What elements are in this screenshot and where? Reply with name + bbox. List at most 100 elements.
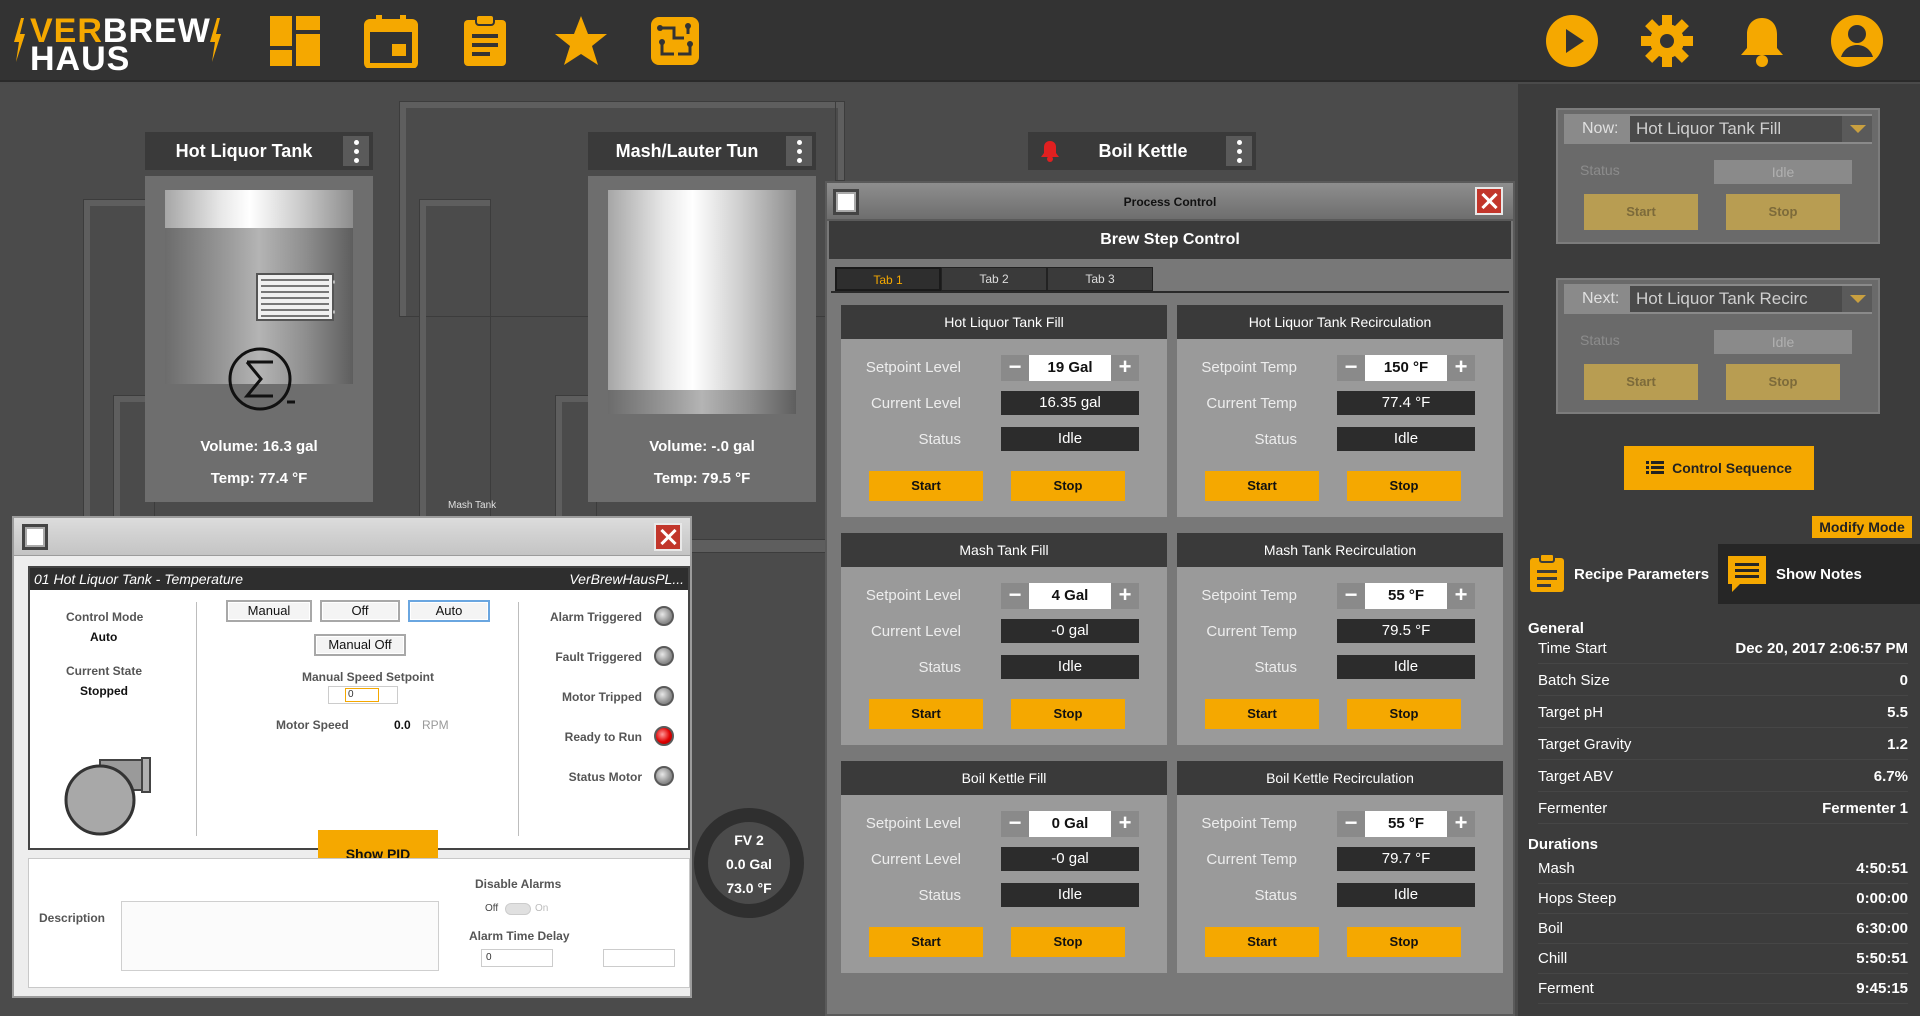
status-label: Status <box>918 431 961 448</box>
mlt-volume: Volume: -.0 gal <box>649 438 755 455</box>
circuit-icon[interactable] <box>648 14 702 68</box>
control-mode-value: Auto <box>90 630 118 644</box>
duration-row-mash: Mash 4:50:51 <box>1538 854 1908 884</box>
motor-tripped-label: Motor Tripped <box>562 690 642 704</box>
minus-icon[interactable]: − <box>1337 583 1365 609</box>
kebab-menu-icon[interactable] <box>786 136 812 166</box>
plus-icon[interactable]: + <box>1111 355 1139 381</box>
dropdown-caret-icon[interactable] <box>1842 286 1872 312</box>
dropdown-caret-icon[interactable] <box>1842 116 1872 142</box>
description-textarea[interactable] <box>121 901 439 971</box>
plus-icon[interactable]: + <box>1447 811 1475 837</box>
status-value: Idle <box>1337 427 1475 451</box>
kebab-menu-icon[interactable] <box>1226 136 1252 166</box>
hot-liquor-tank-title: Hot Liquor Tank <box>175 140 313 161</box>
mode-manual-button[interactable]: Manual <box>226 600 312 622</box>
stop-button[interactable]: Stop <box>1011 471 1125 501</box>
recipe-parameters-tab[interactable]: Recipe Parameters <box>1518 544 1718 604</box>
play-icon[interactable] <box>1545 14 1599 68</box>
faceplate-titlebar[interactable] <box>14 518 690 556</box>
stop-button[interactable]: Stop <box>1347 699 1461 729</box>
manual-off-button[interactable]: Manual Off <box>314 634 406 656</box>
setpoint-value[interactable]: 55 °F <box>1365 811 1447 837</box>
minus-icon[interactable]: − <box>1001 583 1029 609</box>
boil-kettle-title: Boil Kettle <box>1098 140 1188 161</box>
process-control-titlebar[interactable]: Process Control <box>827 183 1513 221</box>
setpoint-stepper[interactable]: −0 Gal + <box>1001 811 1139 837</box>
status-value: Idle <box>1714 330 1852 354</box>
duration-row-boil: Boil 6:30:00 <box>1538 914 1908 944</box>
setpoint-value[interactable]: 0 Gal <box>1029 811 1111 837</box>
window-restore-icon[interactable] <box>22 524 48 550</box>
setpoint-stepper[interactable]: −55 °F + <box>1337 583 1475 609</box>
logo: VERBREW HAUS <box>12 10 222 78</box>
setpoint-stepper[interactable]: −55 °F + <box>1337 811 1475 837</box>
start-button[interactable]: Start <box>869 471 983 501</box>
now-step-select[interactable]: Hot Liquor Tank Fill <box>1630 116 1872 142</box>
tab-1[interactable]: Tab 1 <box>835 267 941 291</box>
close-icon[interactable] <box>654 523 682 551</box>
fermenter-fv2-gauge[interactable]: FV 2 0.0 Gal 73.0 °F <box>694 808 804 918</box>
tab-2[interactable]: Tab 2 <box>941 267 1047 291</box>
alarm-time-delay-unit-field[interactable] <box>603 949 675 967</box>
fv2-name: FV 2 <box>734 832 764 848</box>
stop-button[interactable]: Stop <box>1347 471 1461 501</box>
chat-icon <box>1728 556 1766 592</box>
minus-icon[interactable]: − <box>1337 811 1365 837</box>
disable-alarms-toggle[interactable] <box>505 903 531 915</box>
plus-icon[interactable]: + <box>1447 583 1475 609</box>
ready-to-run-label: Ready to Run <box>564 730 642 744</box>
plus-icon[interactable]: + <box>1111 583 1139 609</box>
setpoint-stepper[interactable]: −4 Gal + <box>1001 583 1139 609</box>
star-icon[interactable] <box>554 14 608 68</box>
show-notes-tab[interactable]: Show Notes <box>1718 544 1920 604</box>
tab-3[interactable]: Tab 3 <box>1047 267 1153 291</box>
start-button[interactable]: Start <box>1205 699 1319 729</box>
start-button[interactable]: Start <box>869 699 983 729</box>
close-icon[interactable] <box>1475 187 1503 215</box>
minus-icon[interactable]: − <box>1337 355 1365 381</box>
bell-icon[interactable] <box>1735 14 1789 68</box>
next-start-button[interactable]: Start <box>1584 364 1698 400</box>
next-stop-button[interactable]: Stop <box>1726 364 1840 400</box>
setpoint-stepper[interactable]: −150 °F + <box>1337 355 1475 381</box>
dashboard-icon[interactable] <box>268 14 322 68</box>
start-button[interactable]: Start <box>1205 927 1319 957</box>
ready-to-run-indicator <box>654 726 674 746</box>
manual-speed-input[interactable]: 0 <box>345 688 379 702</box>
setpoint-value[interactable]: 55 °F <box>1365 583 1447 609</box>
now-start-button[interactable]: Start <box>1584 194 1698 230</box>
clipboard-icon[interactable] <box>458 14 512 68</box>
mode-auto-button[interactable]: Auto <box>408 600 490 622</box>
current-value: 79.7 °F <box>1337 847 1475 871</box>
setpoint-value[interactable]: 4 Gal <box>1029 583 1111 609</box>
next-step-select[interactable]: Hot Liquor Tank Recirc <box>1630 286 1872 312</box>
setpoint-stepper[interactable]: −19 Gal + <box>1001 355 1139 381</box>
status-label: Status <box>918 659 961 676</box>
control-sequence-label: Control Sequence <box>1672 460 1792 476</box>
stop-button[interactable]: Stop <box>1011 699 1125 729</box>
setpoint-value[interactable]: 19 Gal <box>1029 355 1111 381</box>
now-stop-button[interactable]: Stop <box>1726 194 1840 230</box>
kebab-menu-icon[interactable] <box>343 136 369 166</box>
hot-liquor-tank[interactable]: Volume: 16.3 gal Temp: 77.4 °F <box>145 176 373 502</box>
start-button[interactable]: Start <box>1205 471 1319 501</box>
plus-icon[interactable]: + <box>1447 355 1475 381</box>
control-sequence-button[interactable]: Control Sequence <box>1624 446 1814 490</box>
next-label: Next: <box>1582 290 1620 307</box>
minus-icon[interactable]: − <box>1001 355 1029 381</box>
modify-mode-button[interactable]: Modify Mode <box>1812 516 1912 538</box>
mash-lauter-tun[interactable]: Volume: -.0 gal Temp: 79.5 °F <box>588 176 816 502</box>
user-icon[interactable] <box>1830 14 1884 68</box>
calendar-icon[interactable] <box>364 14 418 69</box>
alarm-time-delay-input[interactable]: 0 <box>481 949 553 967</box>
minus-icon[interactable]: − <box>1001 811 1029 837</box>
mode-off-button[interactable]: Off <box>320 600 400 622</box>
stop-button[interactable]: Stop <box>1011 927 1125 957</box>
setpoint-value[interactable]: 150 °F <box>1365 355 1447 381</box>
plus-icon[interactable]: + <box>1111 811 1139 837</box>
start-button[interactable]: Start <box>869 927 983 957</box>
status-value: Idle <box>1337 883 1475 907</box>
stop-button[interactable]: Stop <box>1347 927 1461 957</box>
gear-icon[interactable] <box>1640 14 1694 68</box>
